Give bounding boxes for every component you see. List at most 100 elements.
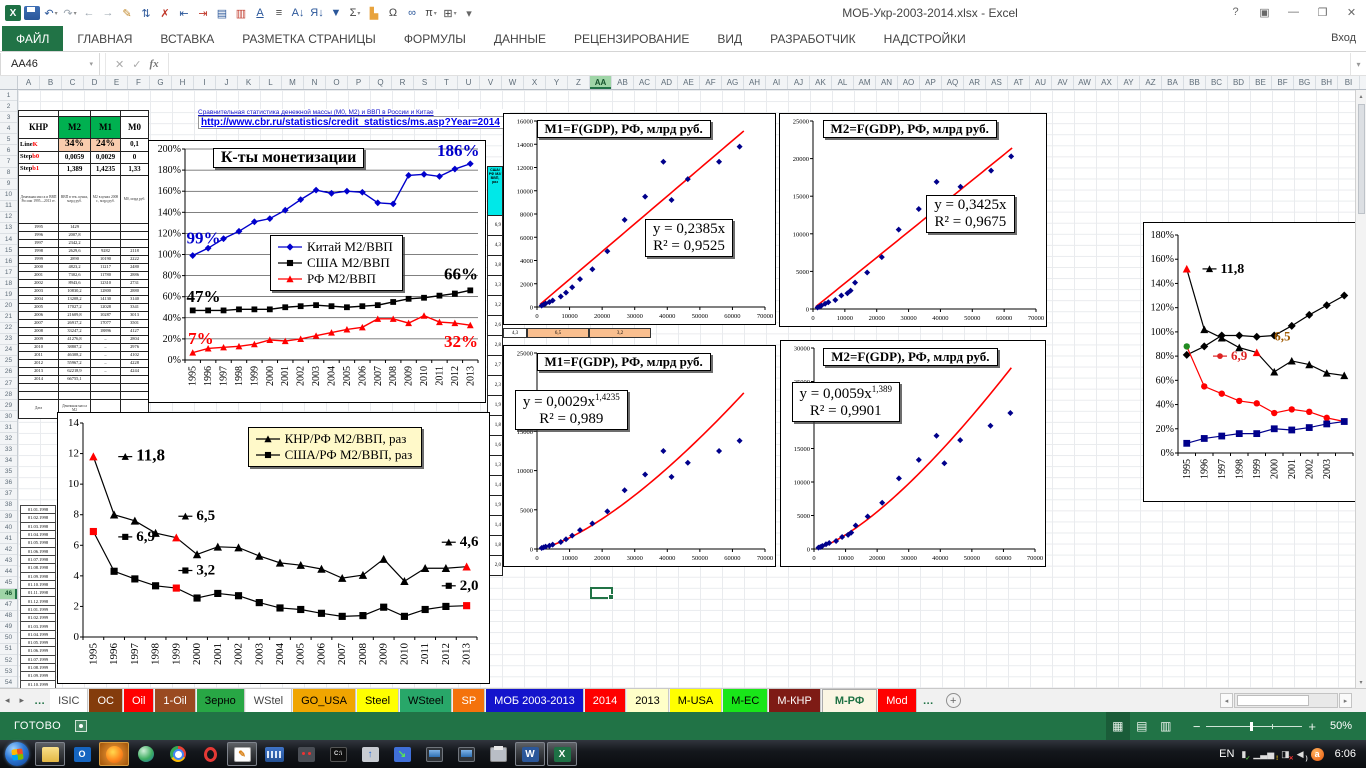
column-header-E[interactable]: E [106,76,128,89]
tab-scroll-left-icon[interactable]: ◂ [0,695,15,706]
cell[interactable]: М0, млрд руб. [121,176,149,224]
cell[interactable]: 01.06.1998 [21,548,56,556]
cell[interactable]: 01.02.1999 [21,614,56,622]
sheet-tab-2013[interactable]: 2013 [627,689,668,712]
row-header-3[interactable]: 3 [0,112,17,123]
sort-descending-icon[interactable]: Я↓ [309,5,325,22]
undo-icon[interactable]: ↶▾ [43,5,59,22]
name-box-dropdown-icon[interactable]: ▾ [89,60,99,68]
column-header-AY[interactable]: AY [1118,76,1140,89]
row-header-16[interactable]: 16 [0,256,17,267]
cell[interactable] [121,232,149,240]
cell[interactable]: 4244 [121,368,149,376]
cell[interactable]: Line K [19,139,59,152]
row-header-50[interactable]: 50 [0,633,17,644]
zoom-in-button[interactable]: + [1308,719,1316,734]
row-header-26[interactable]: 26 [0,367,17,378]
cell[interactable]: 13208,2 [59,296,91,304]
cell[interactable] [121,376,149,384]
cell[interactable]: 2004 [19,296,59,304]
back-icon[interactable]: ← [81,5,97,22]
cell[interactable]: 2,3 [487,376,503,396]
filter-icon[interactable]: ▼ [328,5,344,22]
column-header-AF[interactable]: AF [700,76,722,89]
opera-icon[interactable] [195,742,225,766]
enter-formula-icon[interactable]: ✓ [132,58,141,71]
column-header-A[interactable]: A [18,76,40,89]
ribbon-tab-РАЗМЕТКА СТРАНИЦЫ[interactable]: РАЗМЕТКА СТРАНИЦЫ [228,26,390,51]
delete-cells-icon[interactable]: ✗ [157,5,173,22]
embedded-chart-cn-rf-partial[interactable]: 0%20%40%60%80%100%120%140%160%180%199519… [1143,222,1356,502]
cell[interactable]: 3,3 [487,276,503,296]
column-header-AH[interactable]: AH [744,76,766,89]
ribbon-tab-ФОРМУЛЫ[interactable]: ФОРМУЛЫ [390,26,480,51]
scroll-down-icon[interactable]: ▾ [1356,676,1366,688]
zoom-slider[interactable] [1206,726,1302,727]
column-header-AD[interactable]: AD [656,76,678,89]
row-header-43[interactable]: 43 [0,555,17,566]
column-header-X[interactable]: X [524,76,546,89]
cell[interactable]: 41276,8 [59,336,91,344]
command-prompt-icon[interactable]: C:\ [323,742,353,766]
cell[interactable]: 2007 [19,320,59,328]
select-all-corner[interactable] [0,76,18,89]
cell[interactable]: 01.04.1999 [21,631,56,639]
cell[interactable]: 2000 [19,264,59,272]
column-header-AJ[interactable]: AJ [788,76,810,89]
quick-analysis-icon[interactable]: ▙ [366,5,382,22]
sheet-tab-М-КНР[interactable]: М-КНР [769,689,821,712]
sheet-tab-OC[interactable]: OC [89,689,123,712]
cell[interactable]: 2005 [19,304,59,312]
column-header-AZ[interactable]: AZ [1140,76,1162,89]
cell[interactable]: 01.03.1999 [21,622,56,630]
cell[interactable]: 17077 [91,320,121,328]
sheet-tab-SP[interactable]: SP [453,689,485,712]
cell[interactable]: – [91,336,121,344]
cell[interactable]: 01.06.1999 [21,647,56,655]
power-status-icon[interactable]: ◨✕ [1281,749,1290,760]
word-icon[interactable]: W [515,742,545,766]
restore-button[interactable]: ❐ [1308,0,1337,24]
scroll-up-icon[interactable]: ▴ [1356,90,1366,102]
cell[interactable]: 18896 [91,328,121,336]
row-header-23[interactable]: 23 [0,334,17,345]
column-header-BD[interactable]: BD [1228,76,1250,89]
insert-row-icon[interactable]: ⇤ [176,5,192,22]
row-header-20[interactable]: 20 [0,300,17,311]
cell[interactable]: 1,33 [121,164,149,176]
embedded-chart-m1-linear[interactable]: 0200040006000800010000120001400016000010… [503,113,776,325]
web-browser-globe-icon[interactable] [131,742,161,766]
cell[interactable]: 7302,6 [59,272,91,280]
column-header-Z[interactable]: Z [568,76,590,89]
cell[interactable]: 01.08.1999 [21,664,56,672]
cell[interactable] [121,224,149,232]
cell[interactable]: 1998 [19,248,59,256]
minimize-button[interactable]: — [1279,0,1308,24]
cell[interactable]: – [91,368,121,376]
cell[interactable]: 1996 [19,232,59,240]
row-header-52[interactable]: 52 [0,655,17,666]
cell[interactable]: 3,8 [487,256,503,276]
row-header-24[interactable]: 24 [0,345,17,356]
vertical-scroll-thumb[interactable] [1358,104,1365,214]
chrome-icon[interactable] [163,742,193,766]
cell[interactable]: 2006 [19,312,59,320]
cell[interactable]: 66755,1 [59,376,91,384]
cell[interactable]: 2003 [19,288,59,296]
column-header-H[interactable]: H [172,76,194,89]
row-header-31[interactable]: 31 [0,422,17,433]
cell[interactable]: 24% [91,139,121,152]
cell[interactable] [121,384,149,392]
ribbon-tab-ФАЙЛ[interactable]: ФАЙЛ [2,26,63,51]
column-header-L[interactable]: L [260,76,282,89]
row-header-35[interactable]: 35 [0,467,17,478]
cell[interactable]: 2,7 [487,356,503,376]
column-header-Q[interactable]: Q [370,76,392,89]
cell[interactable]: 2342,2 [59,240,91,248]
cell[interactable]: 2880 [121,288,149,296]
cell[interactable]: 01.10.1999 [21,681,56,688]
cell[interactable]: 12028 [91,304,121,312]
embedded-chart-monetization[interactable]: 0%20%40%60%80%100%120%140%160%180%200%19… [148,140,486,403]
sheet-tab-1-Oil[interactable]: 1-Oil [155,689,195,712]
row-header-33[interactable]: 33 [0,445,17,456]
